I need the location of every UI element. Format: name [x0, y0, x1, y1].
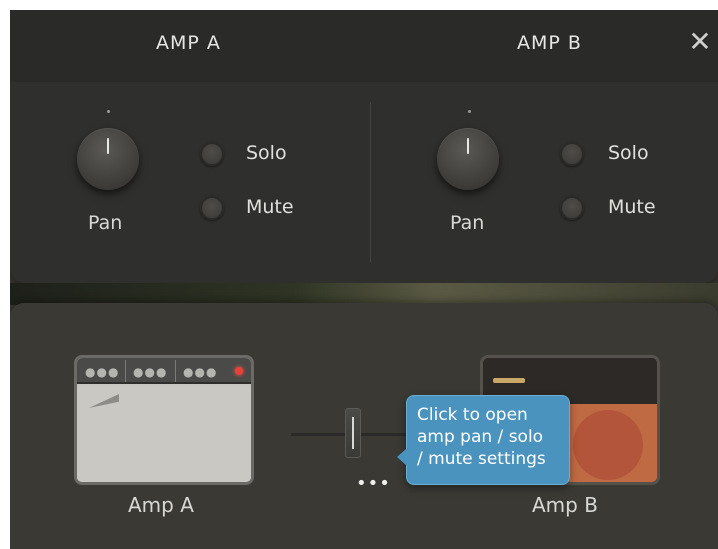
- popover-header: AMP A AMP B ✕: [10, 10, 718, 82]
- amp-grill: [77, 386, 251, 482]
- amp-b-label: Amp B: [532, 493, 598, 517]
- background-image-strip: [10, 283, 718, 305]
- power-led: [235, 367, 243, 375]
- amp-mixer-panel: ●●● ●●● ●●● Amp A ••• Amp B Click to ope…: [10, 303, 718, 549]
- mute-label-b: Mute: [608, 196, 656, 218]
- mute-toggle-b[interactable]: [560, 196, 584, 220]
- amp-a-thumbnail[interactable]: ●●● ●●● ●●●: [74, 355, 254, 485]
- handle-grip: [352, 417, 354, 449]
- solo-toggle-a[interactable]: [200, 142, 224, 166]
- amp-a-title: AMP A: [156, 32, 221, 54]
- mute-label-a: Mute: [246, 196, 294, 218]
- amp-badge: [493, 378, 525, 383]
- amp-a-label: Amp A: [128, 493, 194, 517]
- more-icon[interactable]: •••: [356, 473, 391, 494]
- speaker-cone: [573, 410, 643, 480]
- knob-dots: ●●●: [183, 365, 218, 379]
- amp-b-title: AMP B: [517, 32, 582, 54]
- solo-toggle-b[interactable]: [560, 142, 584, 166]
- tooltip-line: Click to open: [417, 405, 528, 425]
- channel-divider: [370, 102, 371, 262]
- solo-label-b: Solo: [608, 142, 649, 164]
- pan-label-a: Pan: [88, 212, 123, 234]
- knob-dots: ●●●: [85, 365, 120, 379]
- amp-control-panel: ●●● ●●● ●●●: [77, 358, 251, 384]
- pan-knob-a[interactable]: [77, 128, 139, 190]
- pan-knob-b[interactable]: [437, 128, 499, 190]
- amp-mixer-window: AMP A AMP B ✕ Pan Solo Mute Pan Solo Mut…: [10, 10, 718, 549]
- amp-logo: [89, 394, 119, 408]
- mute-toggle-a[interactable]: [200, 196, 224, 220]
- pan-center-dot: [468, 110, 471, 113]
- knob-dots: ●●●: [133, 365, 168, 379]
- panel-divider: [125, 360, 126, 382]
- tooltip-line: / mute settings: [417, 449, 546, 469]
- settings-tooltip: Click to open amp pan / solo / mute sett…: [397, 395, 570, 485]
- knob-indicator: [107, 138, 109, 154]
- solo-label-a: Solo: [246, 142, 287, 164]
- tooltip-line: amp pan / solo: [417, 427, 544, 447]
- close-icon[interactable]: ✕: [684, 26, 716, 58]
- pan-label-b: Pan: [450, 212, 485, 234]
- crossfade-handle[interactable]: [345, 408, 361, 458]
- amp-settings-popover: AMP A AMP B ✕ Pan Solo Mute Pan Solo Mut…: [10, 10, 718, 283]
- panel-divider: [175, 360, 176, 382]
- pan-center-dot: [107, 110, 110, 113]
- knob-indicator: [467, 138, 469, 154]
